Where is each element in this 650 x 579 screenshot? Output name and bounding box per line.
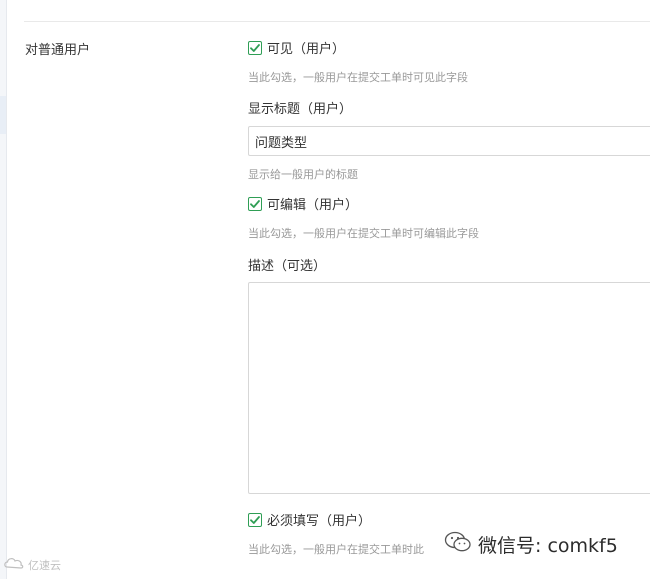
display-title-label: 显示标题（用户） xyxy=(248,102,353,117)
field-settings-panel: 对普通用户 可见（用户） 当此勾选，一般用户在提交工单时可见此字段 显示标题（用… xyxy=(0,0,650,579)
description-textarea[interactable] xyxy=(248,282,650,494)
section-divider xyxy=(24,21,650,22)
display-title-hint: 显示给一般用户的标题 xyxy=(248,168,358,181)
required-hint: 当此勾选，一般用户在提交工单时此 xyxy=(248,543,424,556)
checkmark-icon xyxy=(250,199,260,208)
visible-checkbox[interactable] xyxy=(248,40,262,55)
editable-hint: 当此勾选，一般用户在提交工单时可编辑此字段 xyxy=(248,227,479,240)
required-checkbox[interactable] xyxy=(248,512,262,527)
visible-hint: 当此勾选，一般用户在提交工单时可见此字段 xyxy=(248,71,468,84)
wechat-icon xyxy=(444,531,472,558)
visible-label: 可见（用户） xyxy=(267,42,346,57)
editable-label: 可编辑（用户） xyxy=(267,198,359,213)
left-rail-highlight xyxy=(0,96,6,134)
required-label: 必须填写（用户） xyxy=(267,514,372,529)
site-watermark: 亿速云 xyxy=(3,556,61,573)
description-label: 描述（可选） xyxy=(248,259,327,274)
wechat-watermark-text: 微信号: comkf5 xyxy=(478,535,618,557)
required-checkbox-row[interactable]: 必须填写（用户） xyxy=(248,510,371,529)
editable-checkbox-row[interactable]: 可编辑（用户） xyxy=(248,194,358,213)
checkmark-icon xyxy=(250,43,260,52)
wechat-watermark: 微信号: comkf5 xyxy=(444,531,618,558)
checkmark-icon xyxy=(250,515,260,524)
section-label: 对普通用户 xyxy=(25,43,91,58)
left-rail xyxy=(0,0,7,579)
cloud-logo-icon xyxy=(3,556,25,573)
visible-checkbox-row[interactable]: 可见（用户） xyxy=(248,38,345,57)
editable-checkbox[interactable] xyxy=(248,196,262,211)
display-title-input[interactable] xyxy=(248,126,650,156)
site-watermark-text: 亿速云 xyxy=(28,558,61,572)
